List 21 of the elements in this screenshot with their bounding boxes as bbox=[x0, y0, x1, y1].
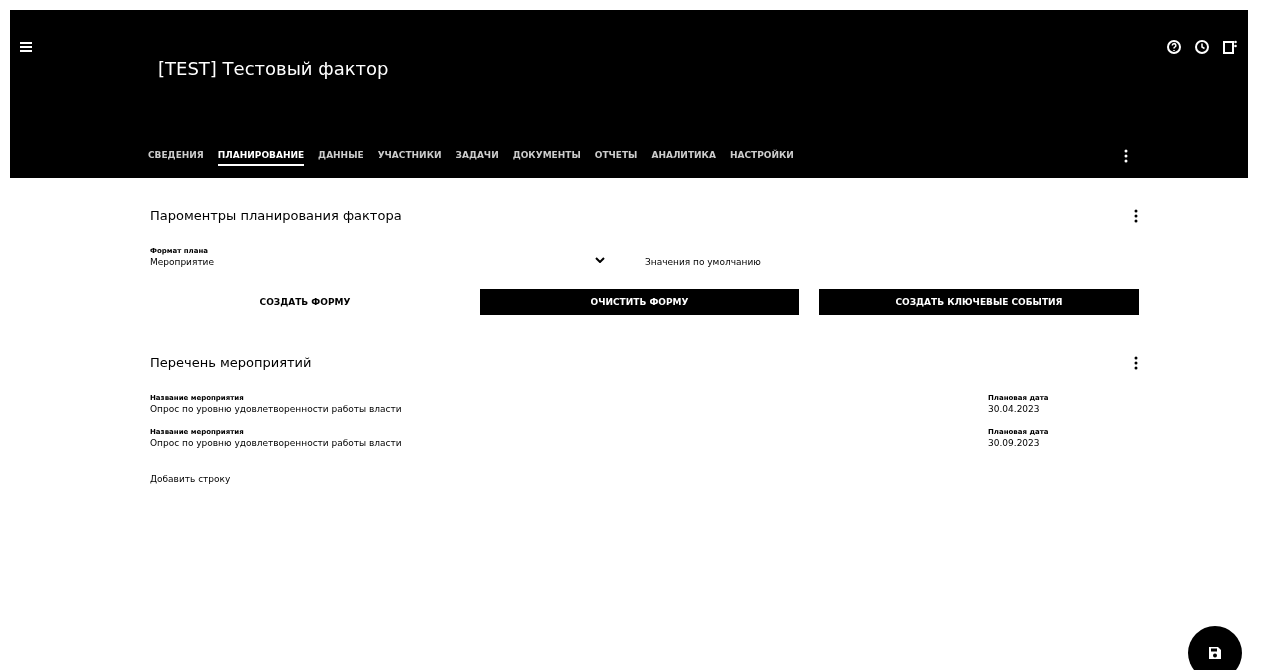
action-button[interactable]: СОЗДАТЬ КЛЮЧЕВЫЕ СОБЫТИЯ bbox=[819, 289, 1139, 315]
tab[interactable]: УЧАСТНИКИ bbox=[377, 146, 442, 166]
tab[interactable]: ДАННЫЕ bbox=[318, 146, 364, 166]
page-title: [TEST] Тестовый фактор bbox=[158, 58, 389, 79]
tab[interactable]: СВЕДЕНИЯ bbox=[148, 146, 204, 166]
tab[interactable]: ОТЧЕТЫ bbox=[594, 146, 638, 166]
tab[interactable]: ДОКУМЕНТЫ bbox=[512, 146, 581, 166]
field-value: Опрос по уровню удовлетворенности работы власти bbox=[150, 404, 402, 414]
field-value: Мероприятие bbox=[150, 257, 214, 267]
tab[interactable]: ПЛАНИРОВАНИЕ bbox=[217, 146, 305, 166]
field-value: 30.04.2023 bbox=[988, 404, 1041, 414]
action-button[interactable]: ОЧИСТИТЬ ФОРМУ bbox=[480, 289, 799, 315]
tab[interactable]: ЗАДАЧИ bbox=[455, 146, 499, 166]
default-values-label: Значения по умолчанию bbox=[645, 257, 761, 267]
add-row-link[interactable]: Добавить строку bbox=[150, 474, 231, 484]
section-title: Перечень мероприятий bbox=[150, 355, 312, 370]
field-value: Опрос по уровню удовлетворенности работы власти bbox=[150, 438, 402, 448]
tab[interactable]: НАСТРОЙКИ bbox=[729, 146, 794, 166]
section-title: Пароментры планирования фактора bbox=[150, 208, 402, 223]
tab[interactable]: АНАЛИТИКА bbox=[651, 146, 716, 166]
field-value: 30.09.2023 bbox=[988, 438, 1041, 448]
